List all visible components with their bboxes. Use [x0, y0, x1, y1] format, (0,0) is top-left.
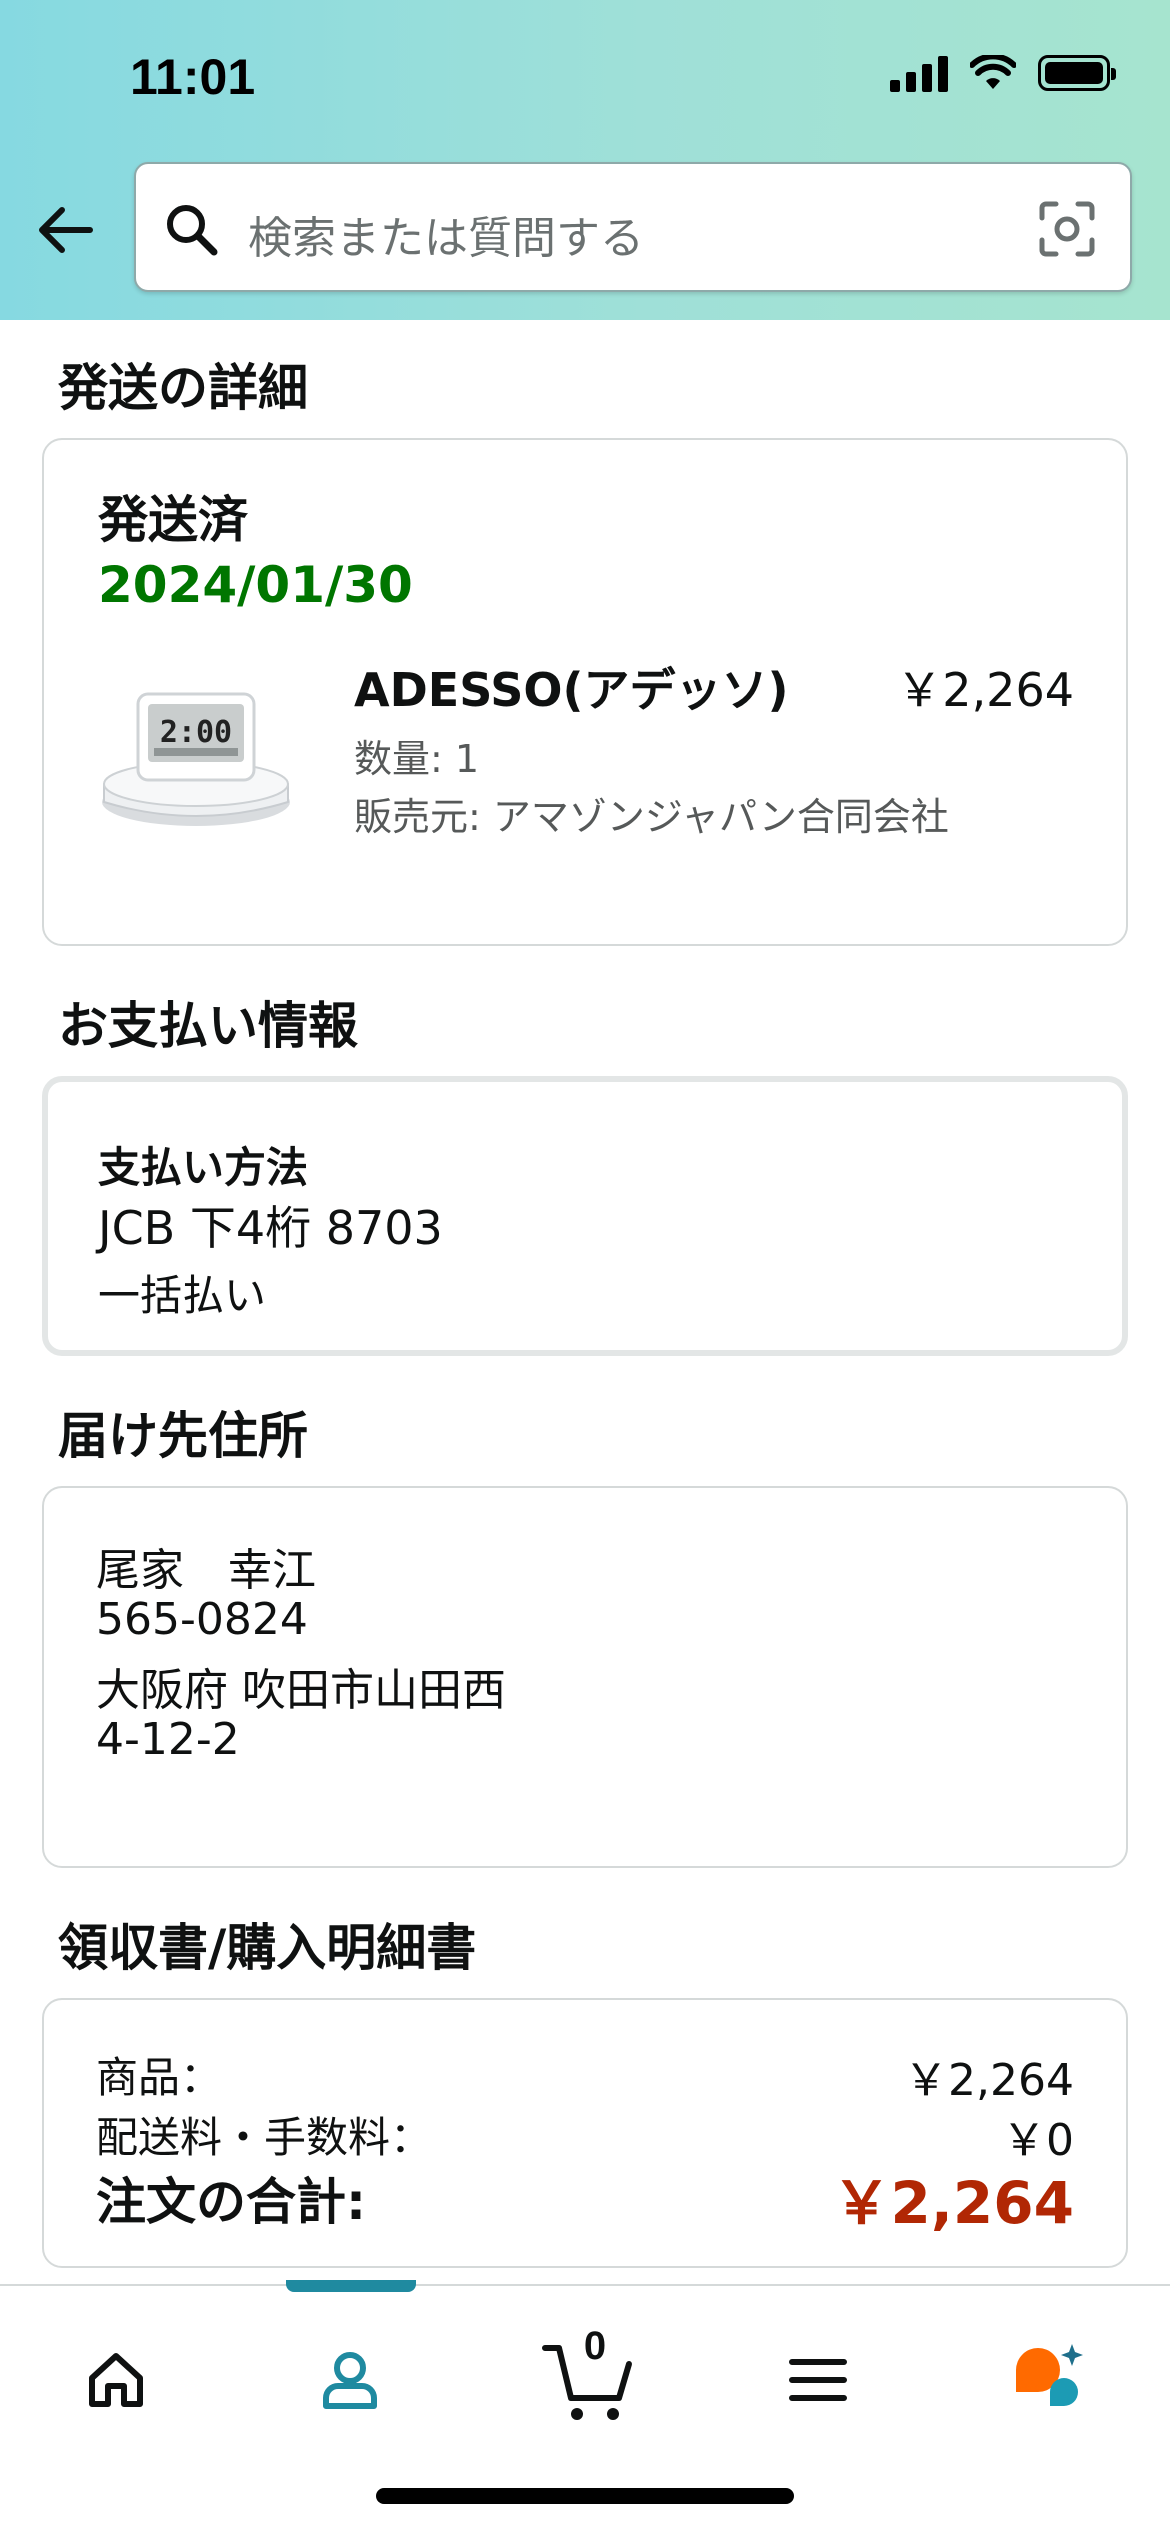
search-input[interactable]: 検索または質問する [134, 162, 1132, 292]
address-name: 尾家 幸江 [96, 1545, 316, 1596]
account-icon [323, 2352, 377, 2409]
search-placeholder: 検索または質問する [248, 213, 644, 264]
payment-plan: 一括払い [98, 1271, 267, 1320]
items-label: 商品： [96, 2053, 223, 2102]
home-icon [89, 2353, 143, 2407]
items-value: ￥2,264 [904, 2055, 1074, 2106]
nav-menu[interactable] [768, 2330, 868, 2430]
status-time: 11:01 [130, 49, 256, 105]
product-seller: 販売元: アマゾンジャパン合同会社 [354, 795, 949, 839]
cart-count: 0 [583, 2324, 607, 2368]
nav-home[interactable] [66, 2330, 166, 2430]
payment-card[interactable]: 支払い方法 JCB 下4桁 8703 一括払い [42, 1076, 1128, 1356]
shipping-card[interactable]: 発送済 2024/01/30 2:00 ADESSO(アデッソ) ￥2,264 … [42, 438, 1128, 946]
search-icon [167, 205, 218, 256]
payment-method-label: 支払い方法 [98, 1143, 309, 1192]
order-details-screen: 11:01 検索または質問する 発送の詳細 発送済 2024/01/30 2:0… [0, 0, 1170, 2532]
back-arrow-icon[interactable] [34, 198, 98, 262]
order-total-value: ￥2,264 [832, 2169, 1074, 2237]
summary-items-row: 商品： ￥2,264 [96, 2044, 1074, 2108]
nav-account[interactable] [300, 2330, 400, 2430]
address-card: 尾家 幸江 565-0824 大阪府 吹田市山田西 4-12-2 [42, 1486, 1128, 1868]
address-section-title: 届け先住所 [58, 1407, 308, 1465]
address-street: 4-12-2 [96, 1714, 240, 1765]
product-price: ￥2,264 [896, 663, 1074, 717]
header: 11:01 検索または質問する [0, 0, 1170, 320]
payment-card-info: JCB 下4桁 8703 [98, 1201, 443, 1255]
address-city: 大阪府 吹田市山田西 [96, 1665, 506, 1716]
nav-cart[interactable]: 0 [534, 2324, 644, 2430]
nav-rufus[interactable] [1000, 2330, 1100, 2430]
menu-icon [789, 2359, 847, 2401]
payment-section-title: お支払い情報 [58, 997, 358, 1055]
product-quantity: 数量: 1 [354, 737, 480, 781]
wifi-icon [970, 55, 1016, 89]
camera-search-icon[interactable] [1038, 200, 1096, 258]
battery-icon [1038, 55, 1116, 91]
product-title[interactable]: ADESSO(アデッソ) [354, 654, 789, 720]
rufus-assistant-icon [1016, 2344, 1083, 2406]
active-tab-indicator [286, 2280, 416, 2292]
address-postal-code: 565-0824 [96, 1594, 308, 1645]
clock-display: 2:00 [160, 715, 232, 750]
receipt-section-title: 領収書/購入明細書 [58, 1919, 477, 1977]
home-indicator[interactable] [376, 2488, 794, 2504]
shipping-status: 発送済 [98, 491, 248, 549]
order-total-label: 注文の合計: [96, 2173, 366, 2231]
shipping-date: 2024/01/30 [98, 556, 413, 614]
shipping-section-title: 発送の詳細 [58, 359, 308, 417]
summary-total-row: 注文の合計: ￥2,264 [96, 2156, 1074, 2240]
cellular-signal-icon [890, 54, 948, 92]
receipt-card[interactable]: 商品： ￥2,264 配送料・手数料： ￥0 注文の合計: ￥2,264 [42, 1998, 1128, 2268]
product-image[interactable]: 2:00 [98, 680, 294, 830]
status-icons [890, 54, 1116, 92]
